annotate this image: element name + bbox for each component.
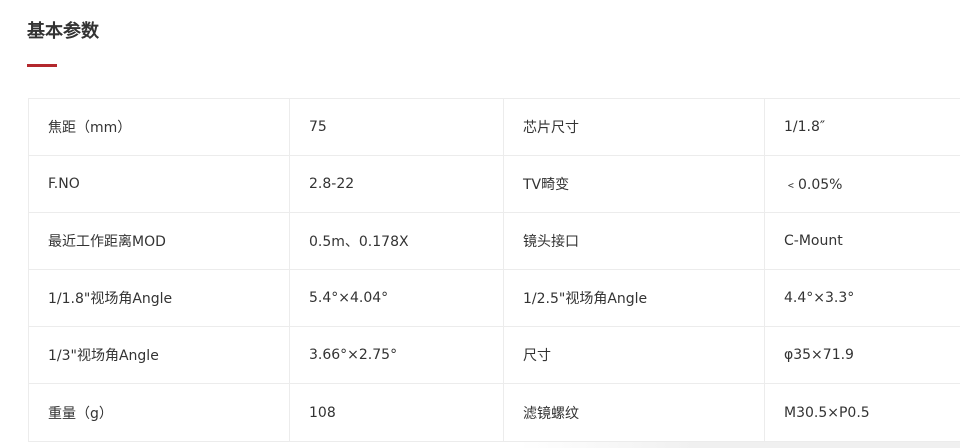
spec-value: 1/1.8″ — [764, 98, 960, 156]
spec-value: 3.66°×2.75° — [289, 326, 504, 384]
table-row: 1/1.8"视场角Angle 5.4°×4.04° 1/2.5"视场角Angle… — [28, 269, 960, 327]
spec-label: 1/2.5"视场角Angle — [503, 269, 765, 327]
spec-label: 镜头接口 — [503, 212, 765, 270]
table-row: F.NO 2.8-22 TV畸变 ﹤0.05% — [28, 155, 960, 213]
table-row: 重量（g） 108 滤镜螺纹 M30.5×P0.5 — [28, 383, 960, 442]
spec-label: 滤镜螺纹 — [503, 383, 765, 442]
table-row: 最近工作距离MOD 0.5m、0.178X 镜头接口 C-Mount — [28, 212, 960, 270]
spec-label: TV畸变 — [503, 155, 765, 213]
spec-table: 焦距（mm） 75 芯片尺寸 1/1.8″ F.NO 2.8-22 TV畸变 ﹤… — [28, 98, 960, 442]
table-row: 1/3"视场角Angle 3.66°×2.75° 尺寸 φ35×71.9 — [28, 326, 960, 384]
basic-parameters-page: 基本参数 焦距（mm） 75 芯片尺寸 1/1.8″ F.NO 2.8-22 T… — [0, 0, 960, 448]
section-title: 基本参数 — [27, 21, 99, 42]
spec-label: 重量（g） — [28, 383, 290, 442]
bottom-shadow — [520, 442, 960, 448]
spec-value: φ35×71.9 — [764, 326, 960, 384]
spec-label: 1/1.8"视场角Angle — [28, 269, 290, 327]
spec-value: 4.4°×3.3° — [764, 269, 960, 327]
spec-value: M30.5×P0.5 — [764, 383, 960, 442]
spec-label: 芯片尺寸 — [503, 98, 765, 156]
spec-value: 2.8-22 — [289, 155, 504, 213]
spec-value: C-Mount — [764, 212, 960, 270]
spec-label: 焦距（mm） — [28, 98, 290, 156]
spec-value: 5.4°×4.04° — [289, 269, 504, 327]
table-row: 焦距（mm） 75 芯片尺寸 1/1.8″ — [28, 98, 960, 156]
title-underline — [27, 64, 57, 67]
spec-label: 最近工作距离MOD — [28, 212, 290, 270]
spec-label: F.NO — [28, 155, 290, 213]
spec-value: 108 — [289, 383, 504, 442]
spec-label: 尺寸 — [503, 326, 765, 384]
spec-value: 75 — [289, 98, 504, 156]
spec-value: ﹤0.05% — [764, 155, 960, 213]
spec-value: 0.5m、0.178X — [289, 212, 504, 270]
spec-label: 1/3"视场角Angle — [28, 326, 290, 384]
